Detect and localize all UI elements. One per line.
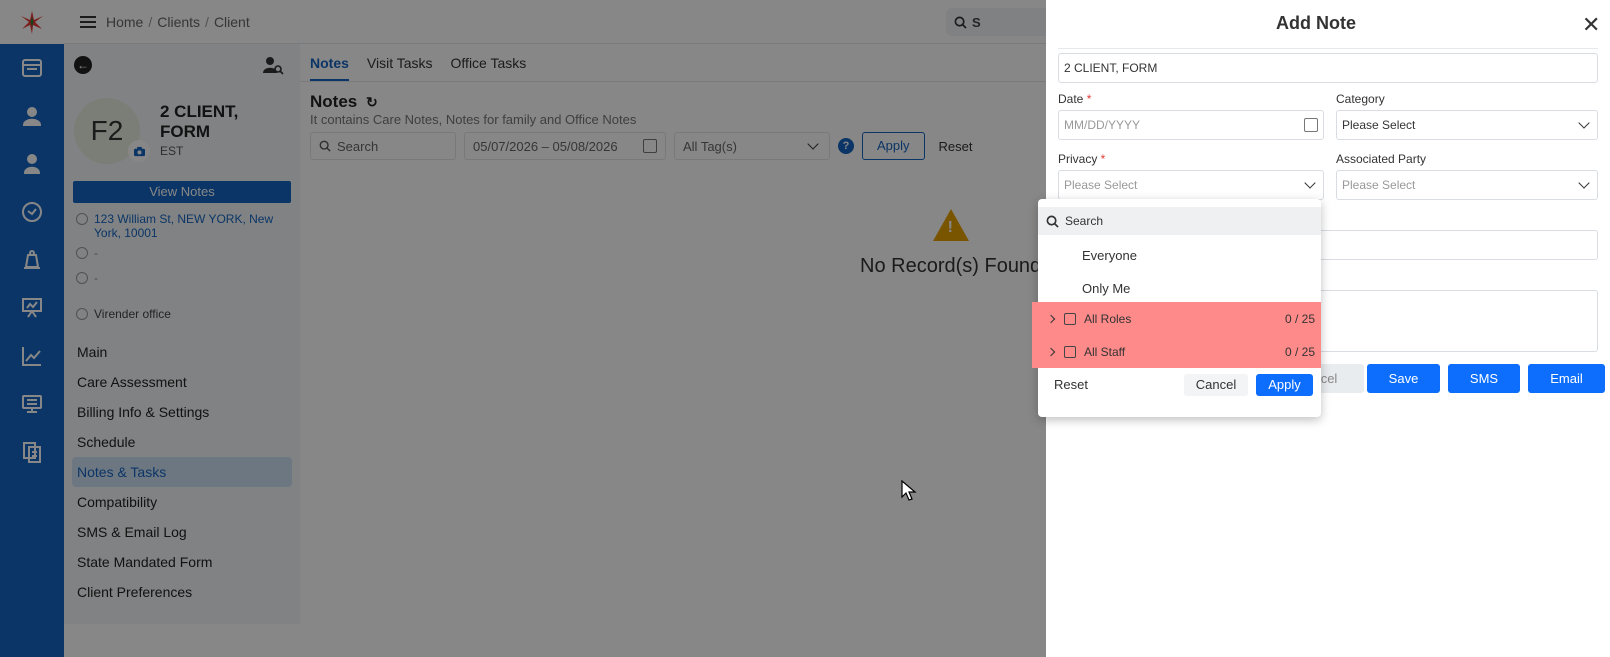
divider	[1058, 48, 1598, 49]
associated-party-select[interactable]: Please Select	[1336, 170, 1598, 200]
group-all-roles[interactable]: All Roles 0 / 25	[1032, 302, 1321, 335]
dropdown-reset-button[interactable]: Reset	[1054, 377, 1088, 392]
privacy-search-input[interactable]: Search	[1038, 207, 1321, 235]
privacy-select[interactable]: Please Select	[1058, 170, 1324, 200]
date-placeholder: MM/DD/YYYY	[1064, 118, 1141, 132]
privacy-label: Privacy *	[1058, 152, 1106, 166]
category-label: Category	[1336, 92, 1385, 106]
sms-button[interactable]: SMS	[1448, 364, 1520, 393]
category-value: Please Select	[1342, 118, 1416, 132]
chevron-right-icon[interactable]	[1046, 314, 1056, 323]
client-field-value: 2 CLIENT, FORM	[1064, 61, 1158, 75]
dropdown-cancel-button[interactable]: Cancel	[1184, 374, 1248, 396]
search-icon	[1046, 215, 1059, 228]
privacy-search-placeholder: Search	[1065, 214, 1104, 228]
drawer-title: Add Note	[1276, 13, 1356, 33]
chevron-down-icon	[1578, 117, 1590, 129]
group-count: 0 / 25	[1284, 344, 1315, 359]
dropdown-apply-button[interactable]: Apply	[1256, 374, 1313, 396]
privacy-value: Please Select	[1064, 178, 1138, 192]
save-button[interactable]: Save	[1367, 364, 1440, 393]
group-all-staff[interactable]: All Staff 0 / 25	[1032, 335, 1321, 368]
date-label-text: Date	[1058, 92, 1084, 106]
calendar-icon[interactable]	[1304, 118, 1318, 132]
associated-party-value: Please Select	[1342, 178, 1416, 192]
privacy-label-text: Privacy	[1058, 152, 1098, 166]
mouse-cursor-icon	[901, 480, 917, 501]
all-staff-checkbox[interactable]	[1064, 345, 1076, 358]
category-select[interactable]: Please Select	[1336, 110, 1598, 140]
close-icon[interactable]: ✕	[1582, 12, 1600, 38]
modal-backdrop[interactable]	[0, 0, 1046, 657]
chevron-down-icon	[1578, 177, 1590, 189]
chevron-right-icon[interactable]	[1046, 347, 1056, 356]
group-label: All Roles	[1084, 311, 1132, 326]
privacy-dropdown: Search Everyone Only Me All Roles 0 / 25…	[1032, 199, 1321, 417]
client-field[interactable]: 2 CLIENT, FORM	[1058, 53, 1598, 83]
option-only-me[interactable]: Only Me	[1082, 281, 1130, 296]
option-everyone[interactable]: Everyone	[1082, 248, 1137, 263]
chevron-down-icon	[1304, 177, 1316, 189]
date-label: Date *	[1058, 92, 1092, 106]
email-button[interactable]: Email	[1528, 364, 1605, 393]
associated-party-label: Associated Party	[1336, 152, 1427, 166]
group-label: All Staff	[1084, 344, 1126, 359]
all-roles-checkbox[interactable]	[1064, 312, 1076, 325]
date-field[interactable]: MM/DD/YYYY	[1058, 110, 1324, 140]
group-count: 0 / 25	[1284, 311, 1315, 326]
